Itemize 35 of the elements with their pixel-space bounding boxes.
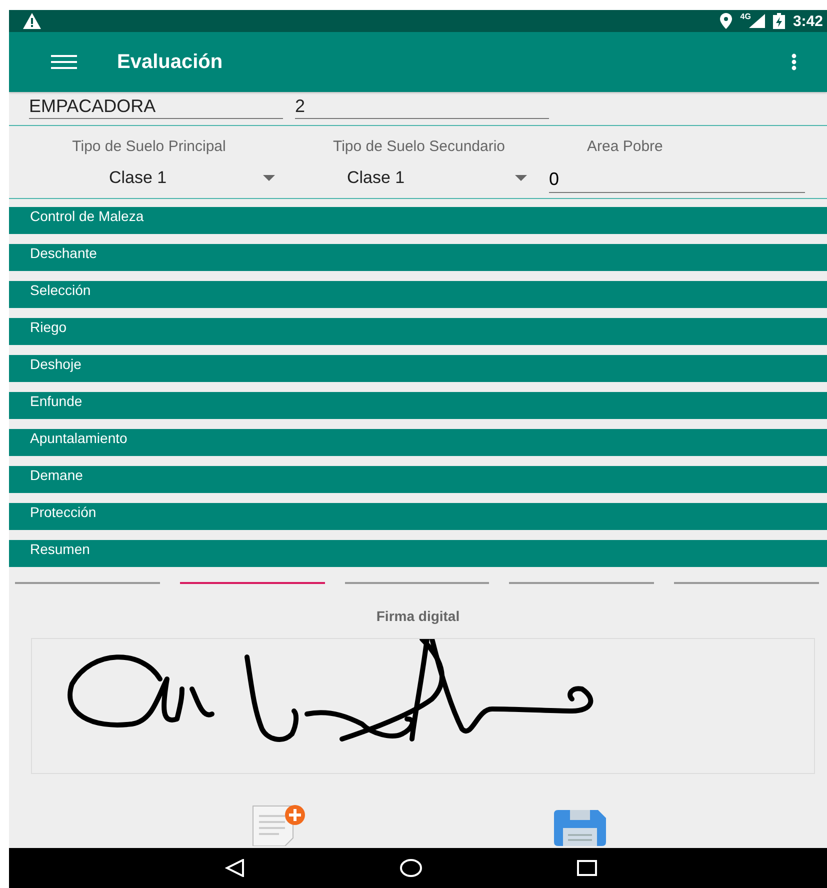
- battery-charging-icon: [772, 13, 785, 29]
- dropdown-arrow-icon[interactable]: [515, 175, 527, 181]
- section-header[interactable]: Apuntalamiento: [9, 429, 827, 456]
- toolbar-title: Evaluación: [117, 50, 224, 74]
- signal-icon: [748, 14, 765, 28]
- field-label: Tipo de Suelo Principal: [71, 138, 227, 155]
- text-field[interactable]: EMPACADORA: [29, 95, 283, 119]
- dropdown-arrow-icon[interactable]: [263, 175, 275, 181]
- section-header[interactable]: Deschante: [9, 244, 827, 271]
- field-label: Tipo de Suelo Secundario: [332, 138, 506, 155]
- signature-title: Firma digital: [375, 608, 461, 624]
- clock-time: 3:42: [792, 12, 823, 30]
- text-field[interactable]: 0: [549, 167, 805, 193]
- save-icon[interactable]: [554, 810, 606, 846]
- network-type-label: 4G: [740, 12, 751, 20]
- section-header[interactable]: Resumen: [9, 540, 827, 567]
- warning-icon: [23, 13, 41, 29]
- menu-icon[interactable]: [51, 55, 77, 69]
- section-header[interactable]: Riego: [9, 318, 827, 345]
- field-label: Area Pobre: [586, 138, 664, 155]
- text-field[interactable]: 2: [295, 95, 549, 119]
- section-header[interactable]: Deshoje: [9, 355, 827, 382]
- location-pin-icon: [720, 13, 732, 29]
- more-options-icon[interactable]: [791, 53, 797, 71]
- section-header[interactable]: Control de Maleza: [9, 207, 827, 234]
- section-header[interactable]: Protección: [9, 503, 827, 530]
- recent-apps-icon[interactable]: [577, 860, 597, 876]
- home-icon[interactable]: [400, 859, 422, 877]
- section-header[interactable]: Enfunde: [9, 392, 827, 419]
- signature-pad[interactable]: [31, 638, 815, 774]
- dropdown-value[interactable]: Clase 1: [109, 168, 167, 188]
- section-header[interactable]: Demane: [9, 466, 827, 493]
- dropdown-value[interactable]: Clase 1: [347, 168, 405, 188]
- section-header[interactable]: Selección: [9, 281, 827, 308]
- back-icon[interactable]: [225, 859, 245, 877]
